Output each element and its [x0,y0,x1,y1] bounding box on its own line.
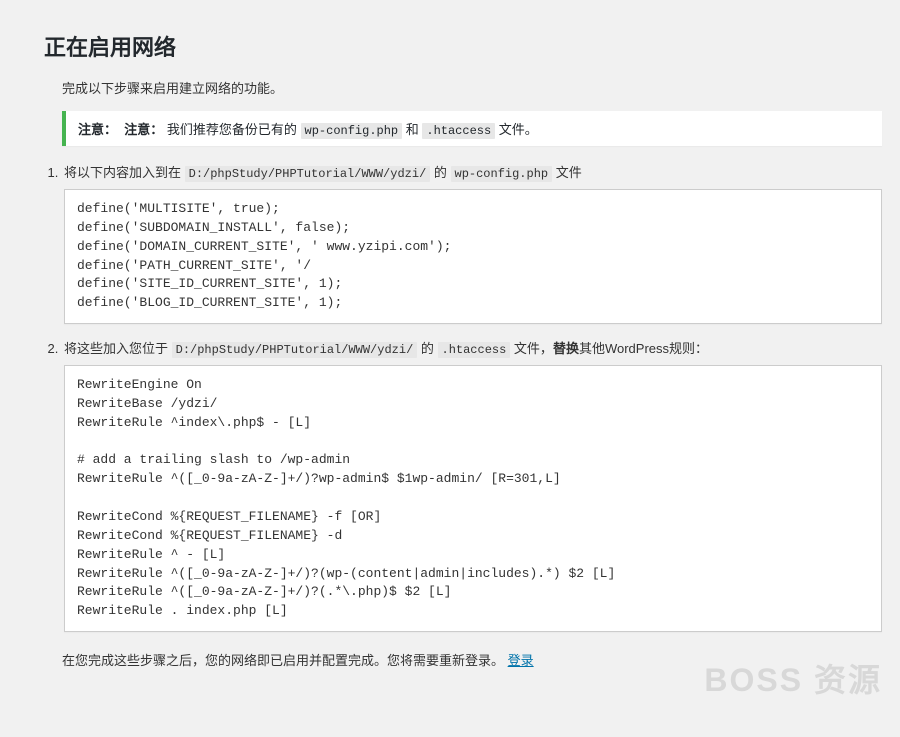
step1-path: D:/phpStudy/PHPTutorial/WWW/ydzi/ [185,166,431,182]
step2-bold: 替换 [553,341,579,356]
step2-path: D:/phpStudy/PHPTutorial/WWW/ydzi/ [172,342,418,358]
notice-text-after: 文件。 [495,122,538,137]
wpconfig-code-block[interactable]: define('MULTISITE', true); define('SUBDO… [64,189,882,324]
after-text: 在您完成这些步骤之后，您的网络即已启用并配置完成。您将需要重新登录。 登录 [62,650,882,669]
login-link[interactable]: 登录 [508,653,534,668]
notice-box: 注意： 注意： 我们推荐您备份已有的 wp-config.php 和 .htac… [62,111,882,146]
step1-file: wp-config.php [451,166,553,182]
step2-rest: 其他WordPress规则： [579,341,708,356]
notice-label-1: 注意： [78,122,117,137]
step-1: 将以下内容加入到在 D:/phpStudy/PHPTutorial/WWW/yd… [62,162,882,324]
notice-text-mid: 和 [402,122,422,137]
step1-suffix: 文件 [552,165,582,180]
notice-code-htaccess: .htaccess [422,123,495,139]
footer-text: 在您完成这些步骤之后，您的网络即已启用并配置完成。您将需要重新登录。 [62,653,508,668]
steps-list: 将以下内容加入到在 D:/phpStudy/PHPTutorial/WWW/yd… [62,162,882,632]
step2-mid: 的 [417,341,437,356]
step2-after-file: 文件， [510,341,553,356]
intro-text: 完成以下步骤来启用建立网络的功能。 [62,78,882,97]
page-title: 正在启用网络 [44,30,882,62]
htaccess-code-block[interactable]: RewriteEngine On RewriteBase /ydzi/ Rewr… [64,365,882,632]
notice-label-2: 注意： [124,122,163,137]
notice-text-before: 我们推荐您备份已有的 [167,122,301,137]
notice-code-wpconfig: wp-config.php [301,123,403,139]
step-1-text: 将以下内容加入到在 D:/phpStudy/PHPTutorial/WWW/yd… [64,162,882,181]
step2-prefix: 将这些加入您位于 [64,341,172,356]
step-2: 将这些加入您位于 D:/phpStudy/PHPTutorial/WWW/ydz… [62,338,882,632]
step1-prefix: 将以下内容加入到在 [64,165,185,180]
step1-mid: 的 [430,165,450,180]
step-2-text: 将这些加入您位于 D:/phpStudy/PHPTutorial/WWW/ydz… [64,338,882,357]
step2-file: .htaccess [438,342,511,358]
